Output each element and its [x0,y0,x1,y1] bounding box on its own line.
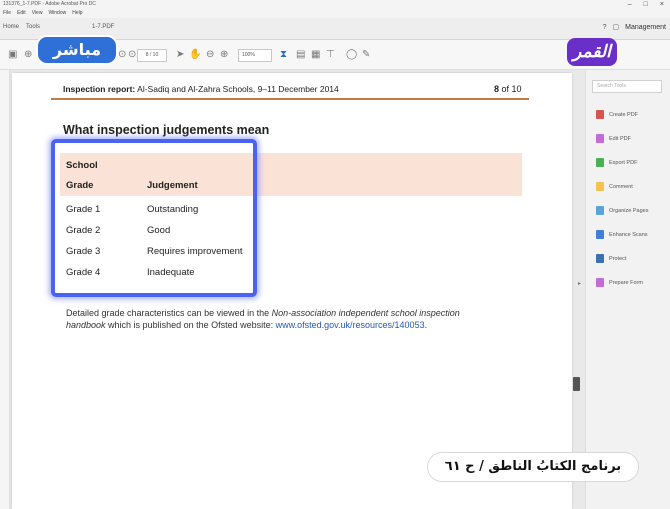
tab-home[interactable]: Home [3,24,19,30]
tool-icon [596,158,604,167]
maximize-button[interactable]: □ [644,0,648,9]
tool-icon [596,134,604,143]
grade-note: Detailed grade characteristics can be vi… [66,307,496,331]
menu-file[interactable]: File [3,9,11,18]
tool-icon [596,182,604,191]
tool-icon [596,206,604,215]
tool-edit-pdf[interactable]: Edit PDF [596,134,631,143]
note-handbook-title: Non-association independent school inspe… [271,308,460,318]
tool-icon [596,254,604,263]
full-screen-icon[interactable]: ▤ [296,48,305,62]
search-tools-input[interactable]: Search Tools [592,80,662,93]
tool-label: Comment [609,183,633,190]
tool-label: Protect [609,255,627,262]
report-header: Inspection report: Al-Sadiq and Al-Zahra… [63,84,339,94]
zoom-in-icon[interactable]: ⊕ [220,48,228,62]
tool-prepare-form[interactable]: Prepare Form [596,278,643,287]
menu-window[interactable]: Window [48,9,66,18]
tool-label: Edit PDF [609,135,632,142]
header-right: ? ▢ Management [603,23,666,32]
tab-tools[interactable]: Tools [26,24,40,30]
close-button[interactable]: × [660,0,664,9]
tool-protect[interactable]: Protect [596,254,626,263]
report-label: Inspection report: [63,84,136,94]
tool-icon [596,230,604,239]
tool-create-pdf[interactable]: Create PDF [596,110,638,119]
notification-icon[interactable]: ▢ [613,23,620,31]
zoom-out-icon[interactable]: ⊖ [206,48,214,62]
menu-help[interactable]: Help [72,9,82,18]
ofsted-link[interactable]: www.ofsted.gov.uk/resources/140053 [276,320,425,330]
read-mode-icon[interactable]: ⊤ [326,48,335,62]
tool-label: Organize Pages [609,207,649,214]
collapse-panel-icon[interactable]: ▸ [578,280,581,287]
tool-organize-pages[interactable]: Organize Pages [596,206,648,215]
next-page-icon[interactable]: ⊙ [128,48,136,62]
window-controls: – □ × [628,0,664,9]
hand-tool-icon[interactable]: ✋ [189,48,201,62]
tool-icon [596,278,604,287]
tool-label: Prepare Form [609,279,643,286]
channel-logo: القمر [567,38,617,66]
page-indicator: 8 of 10 [494,84,522,94]
account-name[interactable]: Management [625,24,666,31]
menu-edit[interactable]: Edit [17,9,26,18]
comment-icon[interactable]: ◯ [346,48,357,62]
select-tool-icon[interactable]: ➤ [176,48,184,62]
prev-page-icon[interactable]: ⊙ [118,48,126,62]
zoom-level-select[interactable]: 100% [238,49,272,62]
note-end: . [424,320,428,330]
note-handbook-title-cont: handbook [66,320,106,330]
note-text-mid: which is published on the Ofsted website… [105,320,276,330]
navigation-pane[interactable] [0,70,10,509]
window-title: 131376_1-7.PDF - Adobe Acrobat Pro DC [0,0,670,9]
tool-enhance-scans[interactable]: Enhance Scans [596,230,648,239]
tool-label: Create PDF [609,111,639,118]
tool-icon [596,110,604,119]
page-total: of 10 [499,84,522,94]
help-icon[interactable]: ? [603,24,607,31]
live-logo: مباشر [38,37,116,63]
save-icon[interactable]: ▣ [8,48,17,62]
scrollbar-thumb[interactable] [573,377,580,391]
tool-comment[interactable]: Comment [596,182,633,191]
section-heading: What inspection judgements mean [63,123,270,137]
scroll-mode-icon[interactable]: ▦ [311,48,320,62]
pen-icon[interactable]: ✎ [362,48,370,62]
tool-export-pdf[interactable]: Export PDF [596,158,637,167]
program-caption: برنامج الكتابُ الناطق / ح ٦١ [427,452,639,482]
cloud-icon[interactable]: ⊕ [24,48,32,62]
minimize-button[interactable]: – [628,0,632,9]
tool-label: Export PDF [609,159,638,166]
header-rule [51,98,529,100]
tool-label: Enhance Scans [609,231,648,238]
report-title: Al-Sadiq and Al-Zahra Schools, 9–11 Dece… [135,84,339,94]
page-number-input[interactable]: 8 / 10 [137,49,167,62]
menu-bar: File Edit View Window Help [0,9,670,18]
fit-page-icon[interactable]: ⧗ [280,48,287,62]
note-text: Detailed grade characteristics can be vi… [66,308,272,318]
tab-document[interactable]: 1-7.PDF [92,24,114,30]
highlight-box [51,139,257,297]
menu-view[interactable]: View [32,9,43,18]
